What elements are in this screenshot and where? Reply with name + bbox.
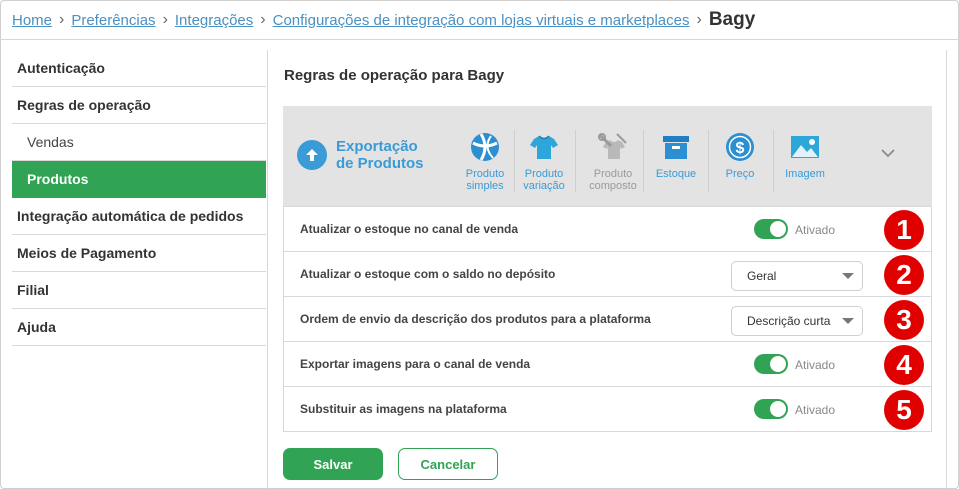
- save-button[interactable]: Salvar: [283, 448, 383, 480]
- setting-row: Atualizar o estoque com o saldo no depós…: [284, 251, 931, 296]
- breadcrumb-home[interactable]: Home: [12, 12, 52, 29]
- step-badge: 5: [884, 390, 924, 430]
- chevron-right-icon: ›: [59, 11, 65, 28]
- tile-estoque-line1: Estoque: [655, 168, 697, 180]
- tile-estoque[interactable]: Estoque: [651, 130, 701, 180]
- svg-text:$: $: [736, 140, 745, 157]
- warehouse-select[interactable]: Geral: [731, 261, 863, 291]
- export-label: Exportação de Produtos: [336, 138, 436, 172]
- setting-row: Substituir as imagens na plataforma Ativ…: [284, 386, 931, 431]
- export-label-line1: Exportação: [336, 138, 418, 155]
- tile-imagem[interactable]: Imagem: [780, 130, 830, 180]
- stock-sync-toggle[interactable]: [754, 219, 788, 239]
- export-label-line2: de Produtos: [336, 155, 424, 172]
- tools-tshirt-icon: [596, 130, 630, 164]
- tile-separator: [514, 130, 515, 192]
- page-title: Regras de operação para Bagy: [284, 67, 505, 84]
- sidebar-item-vendas[interactable]: Vendas: [12, 124, 266, 161]
- sidebar-item-autenticacao[interactable]: Autenticação: [12, 50, 266, 87]
- step-badge: 1: [884, 210, 924, 250]
- step-badge: 2: [884, 255, 924, 295]
- tile-preco[interactable]: $ Preço: [715, 130, 765, 180]
- tshirt-icon: [527, 130, 561, 164]
- setting-label: Ordem de envio da descrição dos produtos…: [300, 312, 651, 326]
- tile-imagem-line1: Imagem: [785, 168, 825, 180]
- caret-down-icon: [842, 273, 854, 279]
- caret-down-icon: [842, 318, 854, 324]
- setting-label: Atualizar o estoque no canal de venda: [300, 222, 519, 236]
- tile-separator: [708, 130, 709, 192]
- toggle-status-text: Ativado: [795, 403, 836, 417]
- tile-produto-simples[interactable]: Produto simples: [459, 130, 511, 192]
- sidebar-item-regras-de-operacao[interactable]: Regras de operação: [12, 87, 266, 124]
- sidebar-item-meios-de-pagamento[interactable]: Meios de Pagamento: [12, 235, 266, 272]
- tile-produto-composto-line2: composto: [589, 180, 637, 192]
- tile-produto-composto[interactable]: Produto composto: [586, 130, 640, 192]
- ball-icon: [468, 130, 502, 164]
- arrow-up-circle-icon: [297, 140, 327, 170]
- image-icon: [788, 130, 822, 164]
- setting-label: Substituir as imagens na plataforma: [300, 402, 507, 416]
- step-badge: 3: [884, 300, 924, 340]
- sidebar-divider: [267, 50, 268, 489]
- box-icon: [659, 130, 693, 164]
- tile-produto-variacao-line2: variação: [523, 180, 565, 192]
- breadcrumb-preferencias[interactable]: Preferências: [71, 12, 155, 29]
- chevron-right-icon: ›: [696, 11, 702, 28]
- content-right-border: [946, 50, 947, 489]
- breadcrumb-integracoes[interactable]: Integrações: [175, 12, 253, 29]
- tile-separator: [773, 130, 774, 192]
- toggle-status-text: Ativado: [795, 358, 836, 372]
- chevron-right-icon: ›: [260, 11, 266, 28]
- chevron-right-icon: ›: [162, 11, 168, 28]
- breadcrumb-configuracoes[interactable]: Configurações de integração com lojas vi…: [273, 12, 690, 29]
- breadcrumb-current: Bagy: [708, 9, 756, 30]
- setting-row: Atualizar o estoque no canal de venda At…: [284, 206, 931, 251]
- sidebar-item-integracao-automatica[interactable]: Integração automática de pedidos: [12, 198, 266, 235]
- breadcrumb-divider: [0, 39, 959, 40]
- description-order-select[interactable]: Descrição curta p: [731, 306, 863, 336]
- tile-preco-line1: Preço: [725, 168, 755, 180]
- setting-row: Exportar imagens para o canal de venda A…: [284, 341, 931, 386]
- setting-row: Ordem de envio da descrição dos produtos…: [284, 296, 931, 341]
- tile-separator: [575, 130, 576, 192]
- export-toolbar: Exportação de Produtos Produto simples Pr…: [283, 106, 932, 206]
- tile-separator: [643, 130, 644, 192]
- tile-produto-simples-line1: Produto: [465, 168, 505, 180]
- sidebar-item-ajuda[interactable]: Ajuda: [12, 309, 266, 346]
- chevron-down-icon[interactable]: [880, 146, 896, 164]
- tile-produto-variacao[interactable]: Produto variação: [518, 130, 570, 192]
- select-value: Descrição curta p: [747, 314, 841, 328]
- step-badge: 4: [884, 345, 924, 385]
- setting-label: Exportar imagens para o canal de venda: [300, 357, 531, 371]
- setting-label: Atualizar o estoque com o saldo no depós…: [300, 267, 556, 281]
- settings-list: Atualizar o estoque no canal de venda At…: [283, 206, 932, 432]
- sidebar-item-produtos[interactable]: Produtos: [12, 161, 266, 198]
- tile-produto-variacao-line1: Produto: [524, 168, 564, 180]
- export-products-button[interactable]: Exportação de Produtos: [297, 138, 436, 172]
- breadcrumb: Home › Preferências › Integrações › Conf…: [12, 8, 755, 32]
- dollar-icon: $: [723, 130, 757, 164]
- export-images-toggle[interactable]: [754, 354, 788, 374]
- cancel-button[interactable]: Cancelar: [398, 448, 498, 480]
- tile-produto-simples-line2: simples: [466, 180, 504, 192]
- sidebar-item-filial[interactable]: Filial: [12, 272, 266, 309]
- tile-produto-composto-line1: Produto: [593, 168, 633, 180]
- toggle-status-text: Ativado: [795, 223, 836, 237]
- select-value: Geral: [747, 269, 777, 283]
- replace-images-toggle[interactable]: [754, 399, 788, 419]
- sidebar: Autenticação Regras de operação Vendas P…: [12, 50, 266, 346]
